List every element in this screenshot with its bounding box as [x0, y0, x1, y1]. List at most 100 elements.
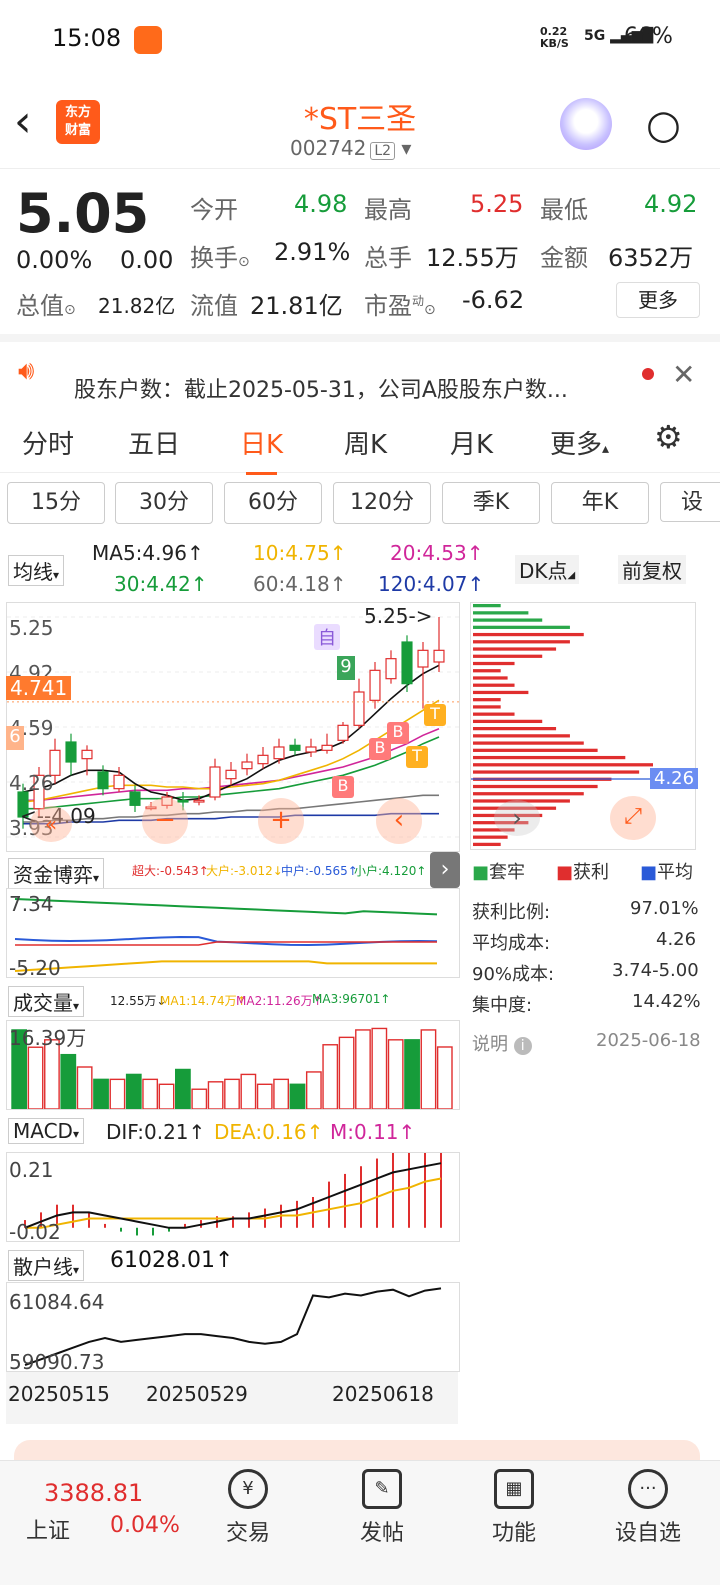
fund-super: 超大:-0.543↑	[132, 864, 209, 878]
buy-marker-b[interactable]: B	[332, 776, 354, 798]
assistant-robot-icon[interactable]	[560, 98, 612, 150]
candle-body	[241, 761, 253, 770]
macd-selector[interactable]: MACD▾	[8, 1118, 84, 1144]
volume-bar	[191, 1088, 208, 1109]
chip-bar	[473, 842, 501, 847]
ma120-value: 120:4.07↑	[378, 572, 485, 596]
index-value[interactable]: 3388.81	[44, 1479, 143, 1507]
expand-panel-icon[interactable]: ›	[430, 852, 460, 888]
subtab-30min[interactable]: 30分	[115, 482, 213, 524]
back-icon[interactable]: ‹	[14, 100, 32, 144]
date-label: 20250618	[332, 1382, 434, 1406]
volume-bar	[60, 1053, 77, 1109]
settings-gear-icon[interactable]: ⚙	[654, 418, 683, 456]
unread-dot	[642, 368, 654, 380]
candle-body	[209, 766, 221, 798]
chip-bar	[473, 640, 570, 644]
chip-bar	[473, 611, 529, 615]
tab-minute[interactable]: 分时	[22, 424, 74, 461]
subtab-60min[interactable]: 60分	[224, 482, 322, 524]
tab-monthly-k[interactable]: 月K	[450, 424, 493, 461]
nav-trade[interactable]: ¥ 交易	[198, 1469, 298, 1547]
chip-bar	[473, 712, 515, 716]
profit-ratio-value: 97.01%	[630, 898, 699, 919]
candle-body	[65, 741, 77, 763]
fund-line-super	[15, 941, 437, 946]
close-icon[interactable]: ✕	[672, 358, 695, 391]
cost90-value: 3.74-5.00	[612, 960, 699, 981]
fund-selector[interactable]: 资金博弈▾	[8, 858, 105, 889]
index-name[interactable]: 上证	[26, 1513, 70, 1545]
chip-next-icon[interactable]: ›	[494, 800, 540, 836]
volume-bar	[207, 1081, 224, 1109]
move-left-icon[interactable]: ‹	[376, 798, 422, 844]
low-value: 4.92	[644, 190, 698, 218]
expand-icon[interactable]: ⤢	[610, 796, 656, 840]
price-adjust-button[interactable]: 前复权	[618, 555, 686, 584]
macd-ymax: 0.21	[9, 1158, 54, 1182]
explain-link[interactable]: 说明 i	[472, 1030, 532, 1056]
subtab-quarter-k[interactable]: 季K	[442, 482, 540, 524]
nav-post[interactable]: ✎ 发帖	[332, 1469, 432, 1547]
index-percent[interactable]: 0.04%	[110, 1513, 180, 1538]
volume-bar	[420, 1029, 437, 1109]
dk-point-button[interactable]: DK点◢	[515, 555, 580, 584]
more-dots-icon: ···	[628, 1469, 668, 1509]
trade-icon: ¥	[228, 1469, 268, 1509]
sanhu-selector[interactable]: 散户线▾	[8, 1250, 85, 1281]
sell-marker-t[interactable]: T	[406, 746, 428, 768]
volume-label: 总手	[364, 244, 412, 272]
volume-bar	[224, 1078, 240, 1109]
volume-bar	[158, 1083, 175, 1109]
volume-ymax: 16.39万	[9, 1026, 86, 1050]
volume-current: 12.55万↓	[110, 994, 167, 1008]
open-value: 4.98	[294, 190, 348, 218]
chip-bar	[473, 741, 584, 745]
candle-body	[113, 774, 125, 790]
tab-weekly-k[interactable]: 周K	[344, 424, 387, 461]
tab-5day[interactable]: 五日	[128, 424, 180, 461]
volume-selector[interactable]: 成交量▾	[8, 986, 85, 1017]
candle-body	[401, 641, 413, 685]
speaker-icon: 🔊︎	[18, 356, 35, 386]
chip-bar	[473, 618, 543, 622]
nav-functions[interactable]: ▦ 功能	[464, 1469, 564, 1547]
subtab-15min[interactable]: 15分	[7, 482, 105, 524]
subtab-120min[interactable]: 120分	[333, 482, 431, 524]
candle-body	[257, 754, 269, 765]
candle-body	[289, 744, 301, 751]
chip-bar	[473, 763, 653, 767]
mktcap-label: 总值⊙	[16, 292, 76, 320]
sell-marker-t[interactable]: T	[424, 704, 446, 726]
scroll-left-icon[interactable]: «	[30, 806, 72, 842]
post-edit-icon: ✎	[362, 1469, 402, 1509]
self-select-marker[interactable]: 自	[314, 624, 340, 650]
nav-watchlist[interactable]: ··· 设自选	[598, 1469, 698, 1547]
search-icon[interactable]: ○	[646, 102, 681, 148]
stock-title[interactable]: *ST三圣	[260, 94, 460, 138]
mktcap-value: 21.82亿	[98, 294, 176, 318]
volume-bar	[371, 1027, 388, 1109]
pe-label: 市盈动⊙	[364, 292, 436, 320]
notice-bar[interactable]: 🔊︎ 股东户数：截止2025-05-31，公司A股股东户数... ✕	[0, 334, 720, 412]
macd-m: M:0.11↑	[330, 1120, 416, 1144]
volume-bar	[256, 1083, 273, 1109]
crosshair-price-tag: 4.741	[6, 676, 72, 700]
subtab-settings[interactable]: 设	[660, 482, 720, 522]
zoom-in-icon[interactable]: +	[258, 798, 304, 844]
volume-bar	[355, 1029, 371, 1109]
tab-more[interactable]: 更多▴	[550, 424, 609, 461]
stock-code[interactable]: 002742 L2 ▾	[290, 136, 411, 160]
buy-marker-b[interactable]: B	[387, 722, 409, 744]
notice-text[interactable]: 股东户数：截止2025-05-31，公司A股股东户数...	[74, 372, 568, 404]
more-button[interactable]: 更多	[616, 282, 700, 318]
subtab-year-k[interactable]: 年K	[551, 482, 649, 524]
candle-body	[177, 799, 189, 803]
zoom-out-icon[interactable]: −	[142, 798, 188, 844]
volume-bar	[289, 1083, 306, 1109]
volume-bar	[404, 1039, 420, 1109]
volume-value: 12.55万	[426, 244, 519, 272]
tab-daily-k[interactable]: 日K	[240, 424, 283, 475]
ma-selector[interactable]: 均线▾	[8, 555, 65, 586]
avg-cost-value: 4.26	[656, 929, 697, 950]
